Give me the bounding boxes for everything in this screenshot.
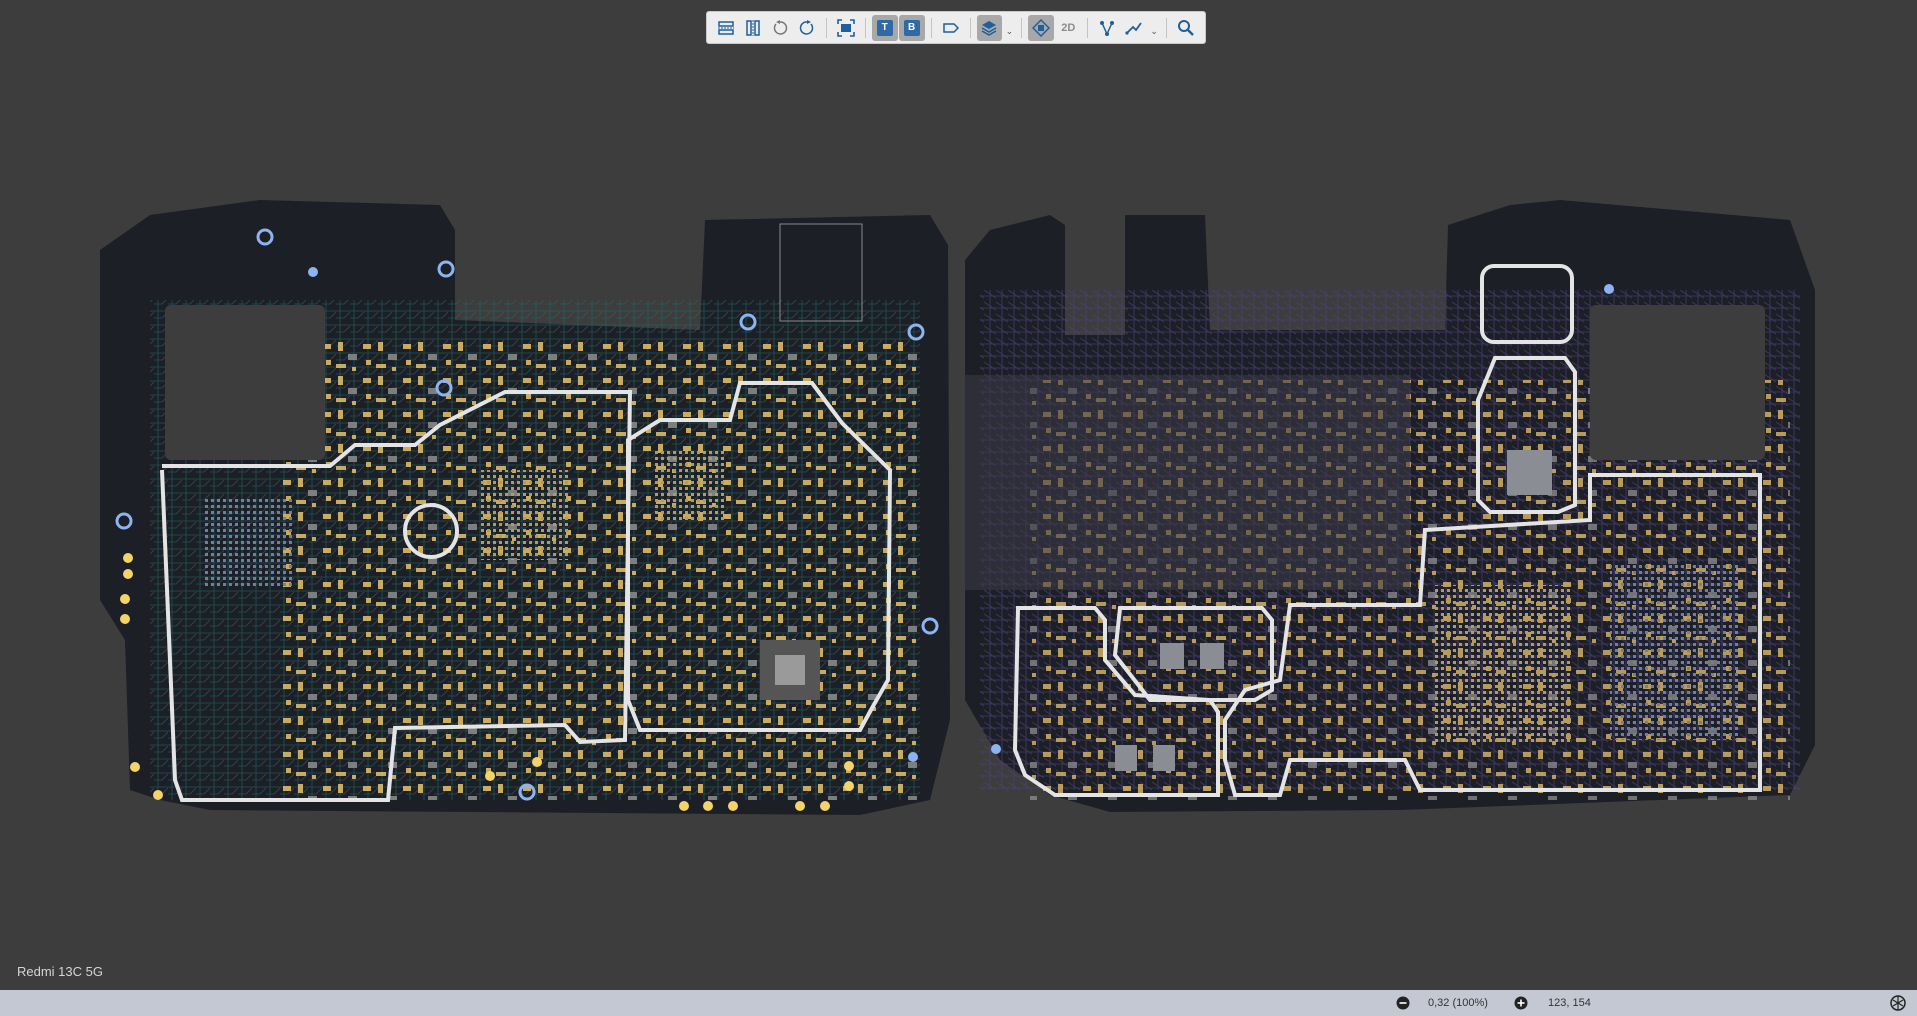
mounting-hole	[308, 267, 318, 277]
zoom-in-icon[interactable]	[1514, 996, 1528, 1010]
test-point	[485, 771, 495, 781]
test-point	[820, 801, 830, 811]
test-point	[844, 761, 854, 771]
chip-pair-1	[1160, 643, 1184, 669]
mounting-hole	[1604, 284, 1614, 294]
pcb-canvas[interactable]	[0, 0, 1917, 990]
chip-pair-3	[1115, 745, 1137, 771]
test-point	[728, 801, 738, 811]
test-point	[123, 553, 133, 563]
board-viewer[interactable]	[0, 0, 1917, 990]
cursor-coordinates: 123, 154	[1548, 997, 1591, 1009]
chip-square-right	[1507, 450, 1552, 495]
fpc-overlay	[965, 375, 1410, 590]
test-point	[120, 614, 130, 624]
zoom-out-icon[interactable]	[1396, 996, 1410, 1010]
mounting-hole	[908, 752, 918, 762]
zoom-level: 0,32 (100%)	[1428, 997, 1488, 1009]
status-bar: 0,32 (100%) 123, 154	[0, 990, 1917, 1016]
test-point	[679, 801, 689, 811]
test-point	[844, 781, 854, 791]
bga-chip-center	[480, 470, 570, 560]
board-top-side[interactable]	[100, 200, 950, 815]
board-bottom-side[interactable]	[965, 200, 1815, 812]
test-point	[130, 762, 140, 772]
network-icon[interactable]	[1890, 995, 1906, 1011]
bga-chip-right	[655, 450, 725, 520]
pmic-chip-core	[775, 655, 805, 685]
memory-bga	[1610, 565, 1740, 740]
chip-pair-2	[1200, 643, 1224, 669]
mounting-hole	[991, 744, 1001, 754]
test-point	[532, 757, 542, 767]
board-name-label: Redmi 13C 5G	[17, 964, 103, 979]
test-point	[120, 594, 130, 604]
camera-cutout-right	[1590, 305, 1765, 460]
test-point	[703, 801, 713, 811]
bga-chip-left	[205, 498, 295, 588]
chip-pair-4	[1153, 745, 1175, 771]
test-point	[795, 801, 805, 811]
test-point	[123, 569, 133, 579]
test-point	[153, 790, 163, 800]
camera-cutout-left	[165, 305, 325, 460]
soc-bga	[1435, 585, 1570, 745]
